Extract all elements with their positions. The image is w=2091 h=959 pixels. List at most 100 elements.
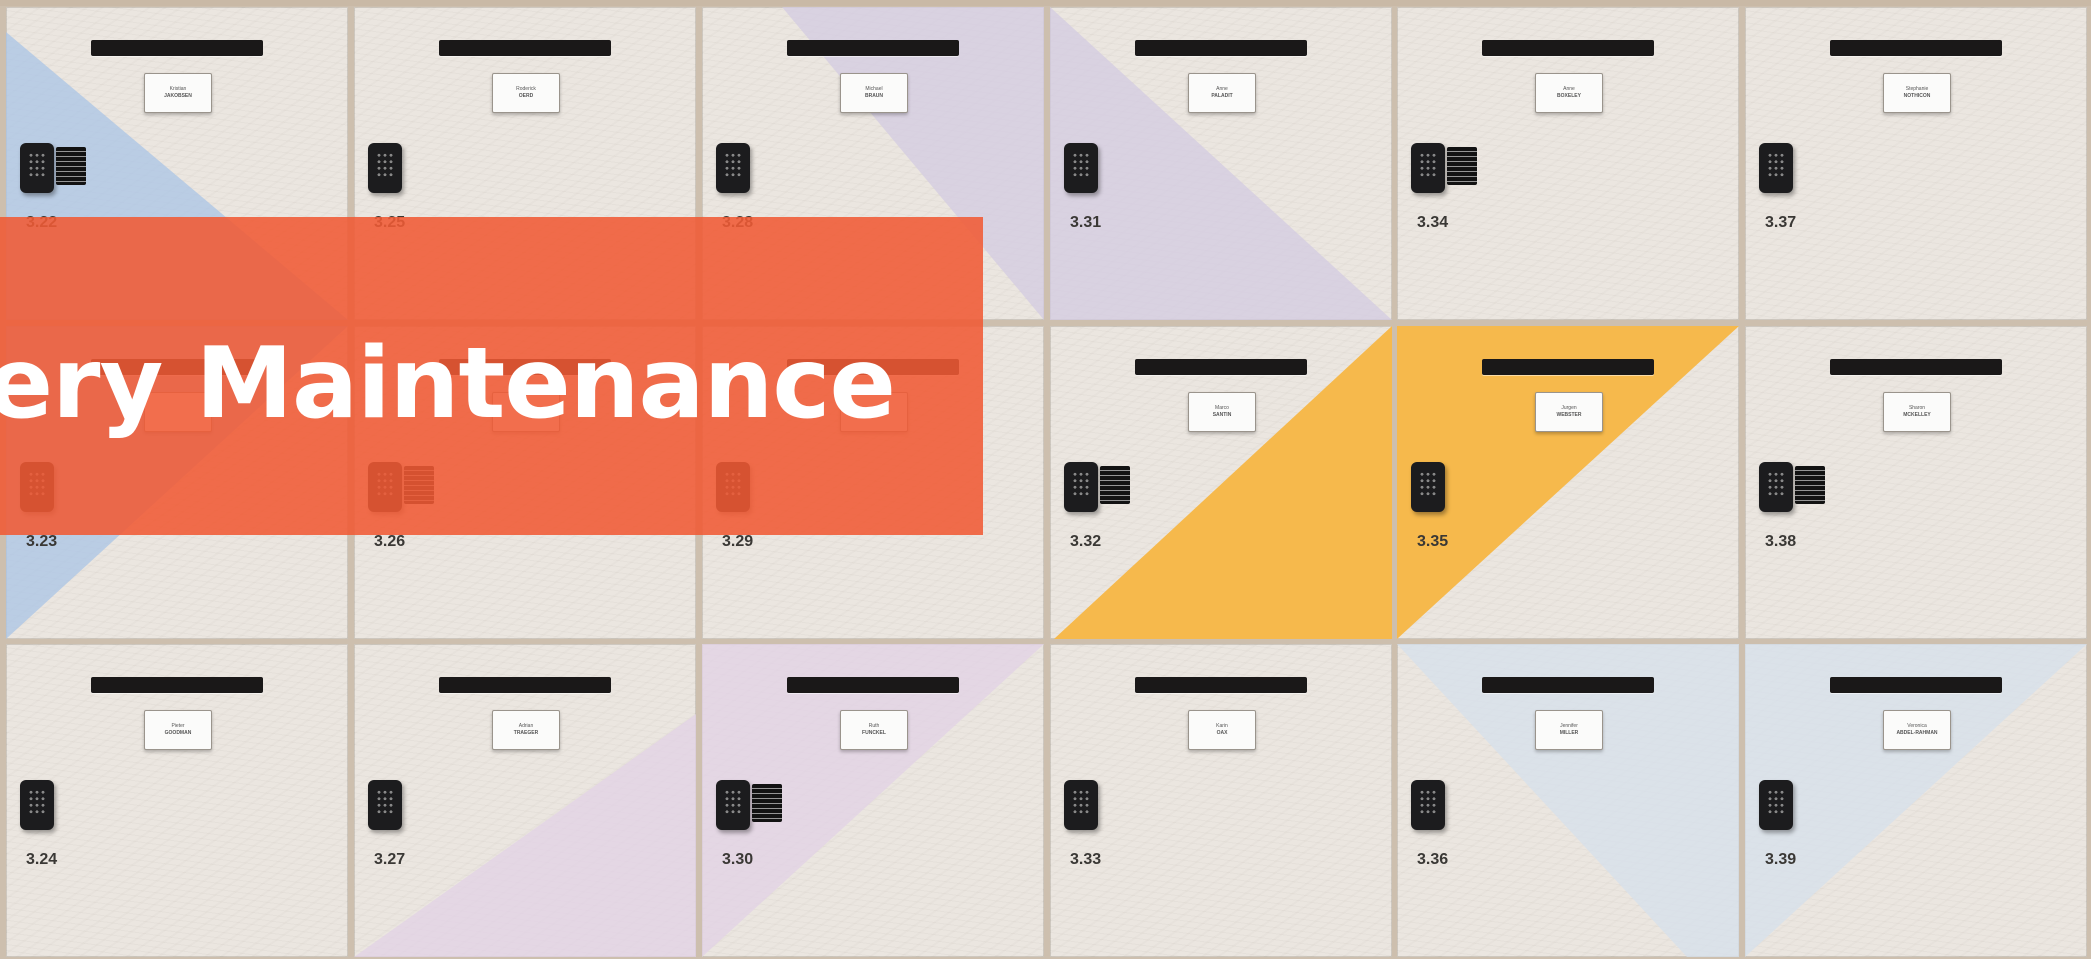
locker-number: 3.29 (722, 533, 754, 550)
locker-number: 3.24 (26, 851, 58, 868)
locker-door-3-31: Anne PALADIT 3.31 (1050, 7, 1392, 320)
name-plate: Ruth FUNCKEL (840, 710, 908, 750)
mail-slot (1830, 677, 2002, 693)
instruction-label (56, 147, 86, 185)
name-plate: Adrian TRAEGER (492, 710, 560, 750)
mail-slot (1482, 359, 1654, 375)
locker-number: 3.35 (1417, 533, 1449, 550)
name-plate-last: MILLER (1559, 730, 1579, 736)
name-plate-first: Jurgen (1561, 405, 1577, 411)
mail-slot (787, 677, 959, 693)
locker-door-3-36: Jennifer MILLER 3.36 (1397, 644, 1739, 957)
locker-door-3-30: Ruth FUNCKEL 3.30 (702, 644, 1044, 957)
banner-title: tery Maintenance (0, 327, 896, 441)
name-plate-last: WEBSTER (1556, 412, 1582, 418)
name-plate-first: Stephanie (1905, 86, 1929, 92)
locker-number: 3.33 (1070, 851, 1102, 868)
mail-slot (1830, 40, 2002, 56)
name-plate: Veronica ABDEL-RAHMAN (1883, 710, 1951, 750)
mail-slot (787, 40, 959, 56)
name-plate-first: Marco (1215, 405, 1229, 411)
name-plate-first: Anne (1563, 86, 1575, 92)
keypad-lock-icon (1759, 143, 1793, 193)
mail-slot (439, 677, 611, 693)
name-plate-last: OERD (518, 93, 534, 99)
instruction-label (752, 784, 782, 822)
locker-door-3-35: Jurgen WEBSTER 3.35 (1397, 326, 1739, 639)
locker-door-3-32: Marco SANTIN 3.32 (1050, 326, 1392, 639)
instruction-label (1447, 147, 1477, 185)
name-plate-last: OAX (1216, 730, 1228, 736)
mail-slot (1135, 677, 1307, 693)
name-plate: Jennifer MILLER (1535, 710, 1603, 750)
keypad-lock-icon (1064, 780, 1098, 830)
locker-frame-top (0, 0, 2091, 6)
locker-wall: KristianJAKOBSEN3.22RoderickOERD3.25Mich… (0, 0, 2091, 959)
keypad-lock-icon (1064, 462, 1098, 512)
keypad-lock-icon (20, 780, 54, 830)
name-plate-last: BRAUN (864, 93, 884, 99)
name-plate: Marco SANTIN (1188, 392, 1256, 432)
locker-number: 3.23 (26, 533, 58, 550)
mail-slot (91, 40, 263, 56)
mail-slot (1482, 40, 1654, 56)
name-plate: Roderick OERD (492, 73, 560, 113)
name-plate-first: Sharon (1908, 405, 1926, 411)
name-plate: Anne PALADIT (1188, 73, 1256, 113)
locker-number: 3.30 (722, 851, 754, 868)
name-plate-last: TRAEGER (513, 730, 539, 736)
mail-slot (1135, 359, 1307, 375)
name-plate-first: Veronica (1907, 723, 1927, 729)
name-plate-first: Adrian (518, 723, 534, 729)
name-plate-last: FUNCKEL (862, 730, 886, 736)
name-plate-last: GOODMAN (164, 730, 192, 736)
name-plate-first: Karin (1216, 723, 1228, 729)
name-plate: Jurgen WEBSTER (1535, 392, 1603, 432)
keypad-lock-icon (1759, 780, 1793, 830)
name-plate-last: BOXELEY (1557, 93, 1581, 99)
name-plate: Karin OAX (1188, 710, 1256, 750)
name-plate: Sharon MCKELLEY (1883, 392, 1951, 432)
name-plate-first: Pieter (171, 723, 185, 729)
locker-number: 3.26 (374, 533, 406, 550)
locker-door-3-37: Stephanie NOTHICON 3.37 (1745, 7, 2087, 320)
name-plate-last: SANTIN (1212, 412, 1232, 418)
mail-slot (439, 40, 611, 56)
instruction-label (1795, 466, 1825, 504)
instruction-label (1100, 466, 1130, 504)
keypad-lock-icon (1411, 780, 1445, 830)
name-plate-last: NOTHICON (1903, 93, 1931, 99)
mail-slot (1135, 40, 1307, 56)
locker-number: 3.34 (1417, 214, 1449, 231)
name-plate: Stephanie NOTHICON (1883, 73, 1951, 113)
locker-door-3-33: Karin OAX 3.33 (1050, 644, 1392, 957)
keypad-lock-icon (1411, 462, 1445, 512)
name-plate-first: Ruth (868, 723, 880, 729)
name-plate: Michael BRAUN (840, 73, 908, 113)
name-plate-first: Michael (865, 86, 883, 92)
name-plate: Kristian JAKOBSEN (144, 73, 212, 113)
locker-door-3-39: Veronica ABDEL-RAHMAN 3.39 (1745, 644, 2087, 957)
keypad-lock-icon (716, 143, 750, 193)
locker-door-3-34: Anne BOXELEY 3.34 (1397, 7, 1739, 320)
locker-number: 3.39 (1765, 851, 1797, 868)
locker-number: 3.31 (1070, 214, 1102, 231)
name-plate-last: MCKELLEY (1903, 412, 1931, 418)
name-plate-first: Kristian (169, 86, 187, 92)
keypad-lock-icon (1411, 143, 1445, 193)
mail-slot (1830, 359, 2002, 375)
locker-door-3-27: Adrian TRAEGER 3.27 (354, 644, 696, 957)
name-plate-last: PALADIT (1211, 93, 1233, 99)
mail-slot (91, 677, 263, 693)
name-plate: Pieter GOODMAN (144, 710, 212, 750)
locker-number: 3.32 (1070, 533, 1102, 550)
locker-number: 3.38 (1765, 533, 1797, 550)
keypad-lock-icon (716, 780, 750, 830)
locker-door-3-24: Pieter GOODMAN 3.24 (6, 644, 348, 957)
locker-number: 3.37 (1765, 214, 1797, 231)
locker-number: 3.36 (1417, 851, 1449, 868)
name-plate-first: Anne (1216, 86, 1228, 92)
locker-door-3-38: Sharon MCKELLEY 3.38 (1745, 326, 2087, 639)
keypad-lock-icon (368, 780, 402, 830)
name-plate-first: Roderick (516, 86, 536, 92)
